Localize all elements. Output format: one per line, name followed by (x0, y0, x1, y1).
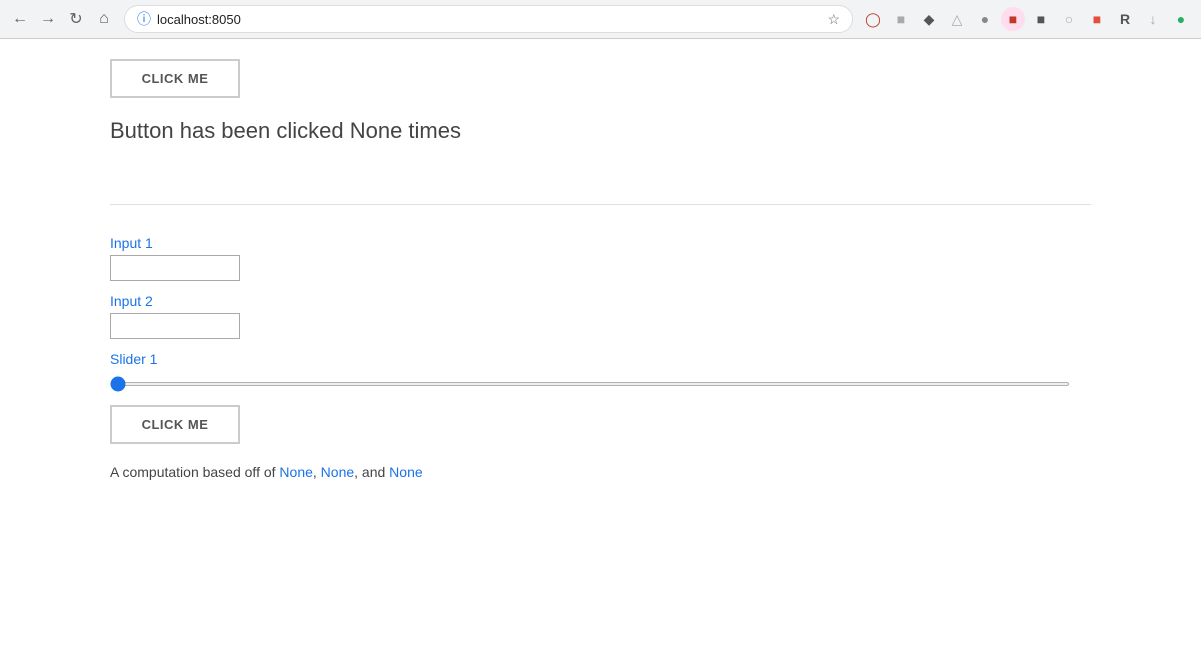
input2-field[interactable] (110, 313, 240, 339)
computation-sep2: , and (354, 464, 389, 480)
extension-icon-5[interactable]: ● (973, 7, 997, 31)
input1-label: Input 1 (110, 235, 1091, 251)
browser-toolbar: ← → ↻ ⌂ ⓘ ☆ ◯ ■ ◆ △ ● ■ ■ ○ ■ R ↓ ● (0, 0, 1201, 38)
bookmark-icon[interactable]: ☆ (827, 11, 840, 28)
home-button[interactable]: ⌂ (92, 7, 116, 31)
extension-icon-10[interactable]: R (1113, 7, 1137, 31)
slider-container (110, 373, 1091, 391)
browser-chrome: ← → ↻ ⌂ ⓘ ☆ ◯ ■ ◆ △ ● ■ ■ ○ ■ R ↓ ● (0, 0, 1201, 39)
computation-sep1: , (313, 464, 321, 480)
slider-1[interactable] (110, 382, 1070, 386)
input2-label: Input 2 (110, 293, 1091, 309)
forward-button[interactable]: → (36, 7, 60, 31)
click-me-button-2[interactable]: CLICK ME (110, 405, 240, 444)
computation-text: A computation based off of None, None, a… (110, 464, 1091, 480)
computation-val3: None (389, 464, 422, 480)
section-2: Input 1 Input 2 Slider 1 CLICK ME A comp… (110, 225, 1091, 480)
nav-buttons: ← → ↻ ⌂ (8, 7, 116, 31)
slider-label: Slider 1 (110, 351, 1091, 367)
click-me-button-1[interactable]: CLICK ME (110, 59, 240, 98)
extension-icon-12[interactable]: ● (1169, 7, 1193, 31)
extension-icon-9[interactable]: ■ (1085, 7, 1109, 31)
extension-icon-2[interactable]: ■ (889, 7, 913, 31)
computation-val2: None (321, 464, 354, 480)
section-1: CLICK ME Button has been clicked None ti… (110, 59, 1091, 184)
url-input[interactable] (157, 12, 821, 27)
input1-field[interactable] (110, 255, 240, 281)
click-count-text: Button has been clicked None times (110, 118, 1091, 144)
reload-button[interactable]: ↻ (64, 7, 88, 31)
extension-icon-6[interactable]: ■ (1001, 7, 1025, 31)
info-icon: ⓘ (137, 9, 151, 29)
toolbar-icons: ◯ ■ ◆ △ ● ■ ■ ○ ■ R ↓ ● (861, 7, 1193, 31)
back-button[interactable]: ← (8, 7, 32, 31)
address-bar[interactable]: ⓘ ☆ (124, 5, 853, 33)
page-content: CLICK ME Button has been clicked None ti… (0, 39, 1201, 669)
extension-icon-3[interactable]: ◆ (917, 7, 941, 31)
extension-icon-11[interactable]: ↓ (1141, 7, 1165, 31)
extension-icon-1[interactable]: ◯ (861, 7, 885, 31)
computation-prefix: A computation based off of (110, 464, 279, 480)
section-divider (110, 204, 1091, 205)
computation-val1: None (279, 464, 312, 480)
extension-icon-8[interactable]: ○ (1057, 7, 1081, 31)
extension-icon-7[interactable]: ■ (1029, 7, 1053, 31)
extension-icon-4[interactable]: △ (945, 7, 969, 31)
